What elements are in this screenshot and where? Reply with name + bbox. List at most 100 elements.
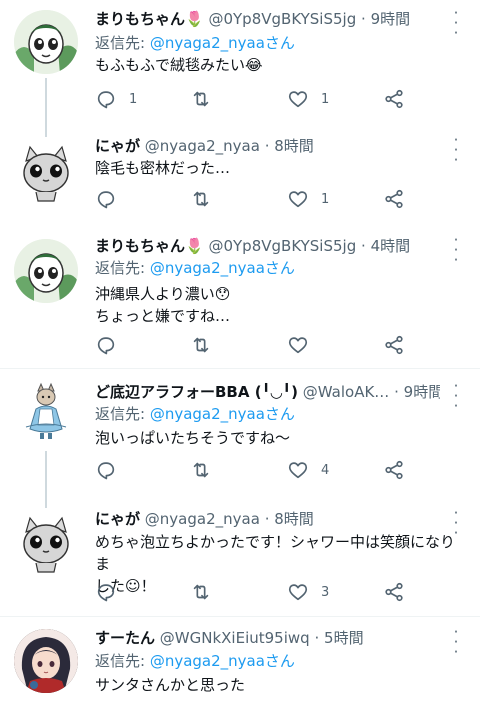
retweet-button[interactable] bbox=[190, 187, 224, 211]
avatar-cat-maid-icon bbox=[14, 381, 78, 445]
user-handle[interactable]: @0Yp8VgBKYSiS5jg bbox=[208, 237, 356, 255]
like-count: 1 bbox=[321, 91, 330, 107]
tweet[interactable]: にゃが @nyaga2_nyaa · 8時間 · · · 陰毛も密林だった… 1 bbox=[0, 125, 480, 233]
separator-dot: · bbox=[361, 10, 366, 28]
user-handle[interactable]: @WaloAK… bbox=[303, 383, 390, 401]
share-button[interactable] bbox=[383, 187, 405, 211]
timestamp[interactable]: 5時間 bbox=[324, 629, 364, 647]
tweet[interactable]: すーたん @WGNkXiEiut95iwq · 5時間 · · · 返信先: @ny… bbox=[0, 617, 480, 705]
reply-mention[interactable]: @nyaga2_nyaaさん bbox=[150, 34, 295, 52]
share-icon bbox=[385, 460, 403, 480]
like-button[interactable]: 1 bbox=[287, 187, 329, 211]
like-count: 4 bbox=[321, 462, 330, 478]
more-icon[interactable]: · · · bbox=[446, 233, 466, 268]
more-icon[interactable]: · · · bbox=[446, 6, 466, 41]
action-bar bbox=[95, 333, 425, 357]
reply-button[interactable] bbox=[95, 580, 129, 604]
reply-to: 返信先: @nyaga2_nyaaさん bbox=[95, 257, 295, 279]
timestamp[interactable]: 4時間 bbox=[371, 237, 411, 255]
more-icon[interactable]: · · · bbox=[446, 133, 466, 168]
avatar[interactable] bbox=[14, 381, 78, 445]
retweet-button[interactable] bbox=[190, 458, 224, 482]
avatar-cartoon-icon bbox=[14, 239, 78, 303]
user-handle[interactable]: @nyaga2_nyaa bbox=[145, 137, 260, 155]
display-name[interactable]: にゃが bbox=[95, 137, 140, 155]
heart-icon bbox=[288, 91, 308, 108]
reply-icon bbox=[97, 584, 115, 602]
reply-button[interactable] bbox=[95, 333, 129, 357]
tweet[interactable]: まりもちゃん🌷 @0Yp8VgBKYSiS5jg · 9時間 · · · 返信先: … bbox=[0, 0, 480, 133]
avatar[interactable] bbox=[14, 510, 78, 574]
share-button[interactable] bbox=[383, 333, 405, 357]
tweet-line: ちょっと嫌ですね… bbox=[95, 307, 231, 325]
reply-button[interactable]: 1 bbox=[95, 87, 137, 111]
share-button[interactable] bbox=[383, 580, 405, 604]
thread-connector bbox=[45, 494, 47, 508]
tweet[interactable]: まりもちゃん🌷 @0Yp8VgBKYSiS5jg · 4時間 · · · 返信先: … bbox=[0, 233, 480, 368]
avatar[interactable] bbox=[14, 239, 78, 303]
timestamp[interactable]: 8時間 bbox=[274, 137, 314, 155]
separator-dot: · bbox=[314, 629, 320, 647]
more-icon[interactable]: · · · bbox=[446, 506, 466, 541]
separator-dot: · bbox=[361, 237, 366, 255]
avatar[interactable] bbox=[14, 629, 78, 693]
thread-connector bbox=[45, 451, 47, 494]
like-button[interactable]: 3 bbox=[287, 580, 329, 604]
retweet-icon bbox=[193, 584, 209, 600]
retweet-button[interactable] bbox=[190, 333, 224, 357]
share-button[interactable] bbox=[383, 87, 405, 111]
tweet-text: 沖縄県人より濃い😯 ちょっと嫌ですね… bbox=[95, 283, 468, 327]
timestamp[interactable]: 9時間 bbox=[371, 10, 411, 28]
user-handle[interactable]: @WGNkXiEiut95iwq bbox=[160, 629, 310, 647]
like-count: 1 bbox=[321, 191, 330, 207]
avatar-cartoon-icon bbox=[14, 10, 78, 74]
avatar-anime-icon bbox=[14, 629, 78, 693]
display-name[interactable]: にゃが bbox=[95, 510, 140, 528]
reply-to: 返信先: @nyaga2_nyaaさん bbox=[95, 403, 295, 425]
tweet-line: サンタさんかと思った bbox=[95, 676, 246, 694]
tweet[interactable]: にゃが @nyaga2_nyaa · 8時間 · · · めちゃ泡立ちよかったです！… bbox=[0, 494, 480, 616]
reply-mention[interactable]: @nyaga2_nyaaさん bbox=[150, 652, 295, 670]
timestamp[interactable]: 9時間 bbox=[404, 383, 440, 401]
more-icon[interactable]: · · · bbox=[446, 379, 466, 414]
more-icon[interactable]: · · · bbox=[446, 625, 466, 660]
display-name[interactable]: まりもちゃん🌷 bbox=[95, 10, 204, 28]
user-handle[interactable]: @nyaga2_nyaa bbox=[145, 510, 260, 528]
share-button[interactable] bbox=[383, 458, 405, 482]
tweet-text: 陰毛も密林だった… bbox=[95, 157, 468, 179]
avatar[interactable] bbox=[14, 139, 78, 203]
tweet-header: にゃが @nyaga2_nyaa · 8時間 bbox=[95, 135, 440, 157]
display-name[interactable]: ど底辺アラフォーBBA (╹◡╹) bbox=[95, 383, 298, 401]
reply-icon bbox=[97, 337, 115, 355]
heart-icon bbox=[288, 337, 308, 354]
tweet-line: もふもふで絨毯みたい😂 bbox=[95, 56, 263, 74]
thread-connector bbox=[45, 125, 47, 137]
reply-mention[interactable]: @nyaga2_nyaaさん bbox=[150, 259, 295, 277]
timestamp[interactable]: 8時間 bbox=[274, 510, 314, 528]
like-button[interactable]: 1 bbox=[287, 87, 329, 111]
avatar-cat-icon bbox=[14, 139, 78, 203]
action-bar: 1 1 bbox=[95, 87, 425, 111]
display-name[interactable]: すーたん bbox=[95, 629, 155, 647]
avatar-cat-icon bbox=[14, 510, 78, 574]
reply-button[interactable] bbox=[95, 187, 129, 211]
share-icon bbox=[385, 89, 403, 109]
tweet-line: 沖縄県人より濃い😯 bbox=[95, 285, 231, 303]
retweet-button[interactable] bbox=[190, 87, 224, 111]
heart-icon bbox=[288, 191, 308, 208]
separator-dot: · bbox=[394, 383, 399, 401]
tweet-header: すーたん @WGNkXiEiut95iwq · 5時間 bbox=[95, 627, 440, 649]
avatar[interactable] bbox=[14, 10, 78, 74]
like-button[interactable] bbox=[287, 333, 321, 357]
reply-mention[interactable]: @nyaga2_nyaaさん bbox=[150, 405, 295, 423]
action-bar: 3 bbox=[95, 580, 425, 604]
like-button[interactable]: 4 bbox=[287, 458, 329, 482]
retweet-button[interactable] bbox=[190, 580, 224, 604]
share-icon bbox=[385, 335, 403, 355]
user-handle[interactable]: @0Yp8VgBKYSiS5jg bbox=[208, 10, 356, 28]
tweet[interactable]: ど底辺アラフォーBBA (╹◡╹) @WaloAK… · 9時間 · · · 返信先… bbox=[0, 369, 480, 494]
display-name[interactable]: まりもちゃん🌷 bbox=[95, 237, 204, 255]
reply-button[interactable] bbox=[95, 458, 129, 482]
reply-count: 1 bbox=[129, 91, 138, 107]
share-icon bbox=[385, 189, 403, 209]
